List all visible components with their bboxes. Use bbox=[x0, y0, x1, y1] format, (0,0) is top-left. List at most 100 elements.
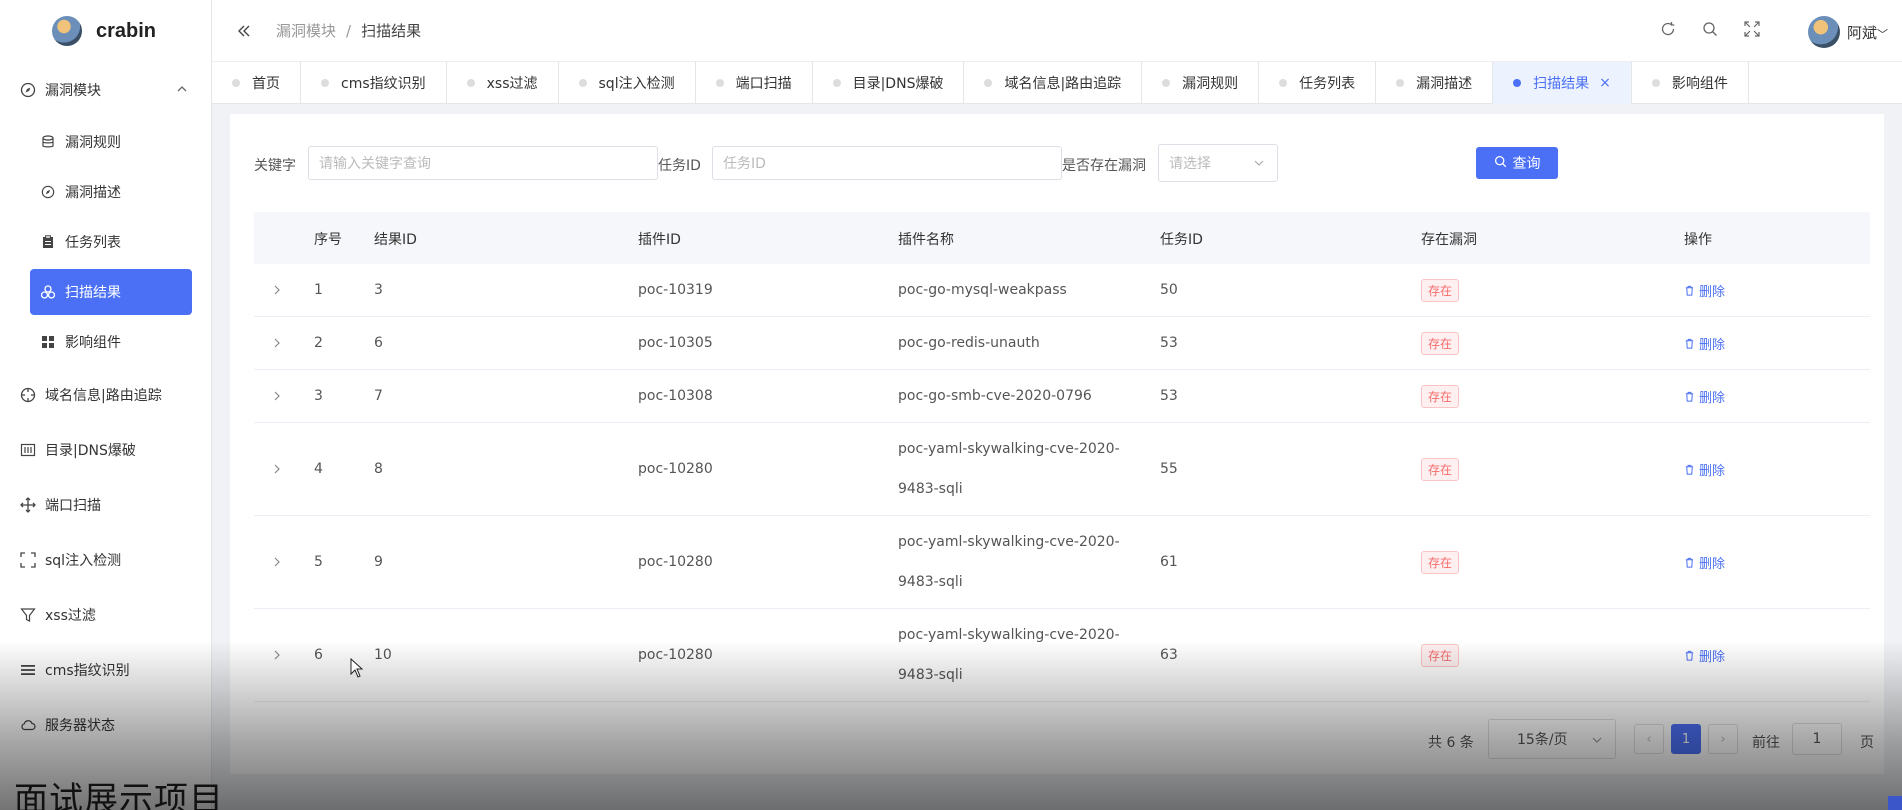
user-avatar[interactable] bbox=[1808, 16, 1840, 48]
trash-icon bbox=[1685, 338, 1694, 349]
sidebar-item-domain-info[interactable]: 域名信息|路由追踪 bbox=[0, 373, 211, 417]
delete-button[interactable]: 删除 bbox=[1684, 460, 1725, 479]
tab-components[interactable]: 影响组件 bbox=[1632, 62, 1749, 104]
sidebar-item-xss-filter[interactable]: xss过滤 bbox=[0, 593, 211, 637]
tab-label: xss过滤 bbox=[486, 76, 538, 92]
vuln-exists-label: 是否存在漏洞 bbox=[1062, 158, 1146, 174]
delete-button[interactable]: 删除 bbox=[1684, 646, 1725, 665]
column-header: 序号 bbox=[314, 232, 342, 248]
query-button[interactable]: 查询 bbox=[1476, 147, 1558, 179]
delete-button[interactable]: 删除 bbox=[1684, 553, 1725, 572]
expand-chevron-icon[interactable] bbox=[272, 370, 292, 422]
tab-dir-dns[interactable]: 目录|DNS爆破 bbox=[813, 62, 965, 104]
search-icon[interactable] bbox=[1702, 21, 1720, 39]
sidebar-item-scan-results[interactable]: 扫描结果 bbox=[30, 269, 192, 315]
tab-vuln-rules[interactable]: 漏洞规则 bbox=[1142, 62, 1260, 104]
sidebar: crabin 漏洞模块 漏洞规则 漏洞描述 任务列表 扫描结果 影响组件 域名信… bbox=[0, 0, 212, 810]
task-id-input[interactable]: 任务ID bbox=[712, 146, 1062, 180]
keyword-input[interactable]: 请输入关键字查询 bbox=[308, 146, 658, 180]
scan-icon bbox=[40, 284, 56, 300]
sidebar-item-components[interactable]: 影响组件 bbox=[30, 320, 192, 364]
chevron-down-icon: ﹀ bbox=[1877, 28, 1888, 41]
sidebar-item-label: 域名信息|路由追踪 bbox=[45, 388, 162, 404]
vuln-exists-select[interactable]: 请选择 bbox=[1158, 144, 1278, 182]
close-icon[interactable]: × bbox=[1599, 75, 1611, 91]
user-menu[interactable]: 阿斌﹀ bbox=[1847, 22, 1888, 43]
goto-page-input[interactable]: 1 bbox=[1792, 723, 1842, 755]
tab-label: cms指纹识别 bbox=[341, 76, 426, 92]
tab-dot bbox=[1162, 79, 1171, 87]
delete-button[interactable]: 删除 bbox=[1684, 281, 1725, 300]
tab-label: 任务列表 bbox=[1299, 76, 1356, 92]
page-number-button[interactable]: 1 bbox=[1671, 724, 1701, 754]
refresh-icon[interactable] bbox=[1660, 21, 1678, 39]
prev-page-button[interactable]: ‹ bbox=[1634, 724, 1664, 754]
sidebar-item-dir-dns[interactable]: 目录|DNS爆破 bbox=[0, 428, 211, 472]
cell-actions: 删除 bbox=[1684, 423, 1725, 515]
sidebar-item-label: 漏洞描述 bbox=[65, 185, 121, 201]
cell-index: 6 bbox=[314, 647, 323, 663]
status-badge: 存在 bbox=[1421, 643, 1460, 667]
expand-chevron-icon[interactable] bbox=[272, 423, 292, 515]
tab-label: sql注入检测 bbox=[598, 76, 675, 92]
clipboard-icon bbox=[40, 234, 56, 250]
delete-label: 删除 bbox=[1699, 337, 1726, 353]
move-icon bbox=[20, 497, 36, 513]
tab-dot bbox=[1279, 79, 1288, 87]
tab-xss[interactable]: xss过滤 bbox=[447, 62, 559, 104]
cell-result-id: 6 bbox=[374, 335, 383, 351]
table-row: 2 6 poc-10305 poc-go-redis-unauth 53 存在 … bbox=[254, 317, 1870, 370]
sidebar-item-sql-injection[interactable]: sql注入检测 bbox=[0, 538, 211, 582]
trash-icon bbox=[1685, 464, 1694, 475]
sidebar-item-label: xss过滤 bbox=[45, 608, 96, 624]
tabs-bar: 首页 cms指纹识别 xss过滤 sql注入检测 端口扫描 目录|DNS爆破 域… bbox=[212, 62, 1902, 104]
breadcrumb-item[interactable]: 漏洞模块 bbox=[276, 20, 336, 41]
cell-plugin-name: poc-yaml-skywalking-cve-2020-9483-sqli bbox=[898, 534, 1120, 590]
tab-home[interactable]: 首页 bbox=[212, 62, 301, 104]
delete-button[interactable]: 删除 bbox=[1684, 334, 1725, 353]
expand-chevron-icon[interactable] bbox=[272, 609, 292, 701]
tab-port-scan[interactable]: 端口扫描 bbox=[696, 62, 813, 104]
page-size-select[interactable]: 15条/页 bbox=[1488, 719, 1616, 759]
expand-chevron-icon[interactable] bbox=[272, 516, 292, 608]
expand-chevron-icon[interactable] bbox=[272, 264, 292, 316]
corner-marker bbox=[1888, 796, 1902, 810]
tab-domain-info[interactable]: 域名信息|路由追踪 bbox=[964, 62, 1143, 104]
collapse-sidebar-icon[interactable] bbox=[234, 21, 254, 41]
breadcrumb: 漏洞模块 / 扫描结果 bbox=[276, 20, 421, 41]
grid-icon bbox=[40, 334, 56, 350]
tab-dot bbox=[984, 79, 993, 87]
sidebar-item-cms[interactable]: cms指纹识别 bbox=[0, 648, 211, 692]
expand-chevron-icon[interactable] bbox=[272, 317, 292, 369]
logo[interactable]: crabin bbox=[0, 0, 211, 62]
delete-label: 删除 bbox=[1699, 284, 1726, 300]
pagination-total: 共 6 条 bbox=[1428, 735, 1474, 751]
tab-task-list[interactable]: 任务列表 bbox=[1259, 62, 1377, 104]
tab-label: 首页 bbox=[252, 76, 280, 92]
sidebar-item-server-status[interactable]: 服务器状态 bbox=[0, 703, 211, 747]
fullscreen-icon[interactable] bbox=[1744, 21, 1762, 39]
sidebar-item-vuln-rules[interactable]: 漏洞规则 bbox=[30, 120, 192, 164]
sidebar-item-label: cms指纹识别 bbox=[45, 663, 130, 679]
column-header: 任务ID bbox=[1160, 232, 1203, 248]
sidebar-item-task-list[interactable]: 任务列表 bbox=[30, 220, 192, 264]
top-header: 漏洞模块 / 扫描结果 阿斌﹀ bbox=[212, 0, 1902, 62]
tab-vuln-desc[interactable]: 漏洞描述 bbox=[1376, 62, 1494, 104]
tab-sql[interactable]: sql注入检测 bbox=[559, 62, 696, 104]
tab-scan-results[interactable]: 扫描结果 × bbox=[1493, 62, 1632, 104]
status-badge: 存在 bbox=[1421, 457, 1460, 481]
delete-button[interactable]: 删除 bbox=[1684, 387, 1725, 406]
video-caption: 面试展示项目 bbox=[14, 780, 224, 810]
sidebar-item-label: 服务器状态 bbox=[45, 718, 115, 734]
next-page-button[interactable]: › bbox=[1708, 724, 1738, 754]
sidebar-group-vuln-module[interactable]: 漏洞模块 bbox=[0, 68, 211, 112]
sidebar-item-vuln-desc[interactable]: 漏洞描述 bbox=[30, 170, 192, 214]
tab-dot bbox=[578, 79, 587, 87]
app-name: crabin bbox=[96, 19, 157, 42]
tab-cms[interactable]: cms指纹识别 bbox=[301, 62, 447, 104]
sidebar-item-label: 扫描结果 bbox=[65, 285, 121, 301]
table-row: 6 10 poc-10280 poc-yaml-skywalking-cve-2… bbox=[254, 609, 1870, 702]
cell-plugin-name: poc-go-smb-cve-2020-0796 bbox=[898, 388, 1092, 404]
cell-plugin-id: poc-10280 bbox=[638, 461, 713, 477]
sidebar-item-port-scan[interactable]: 端口扫描 bbox=[0, 483, 211, 527]
